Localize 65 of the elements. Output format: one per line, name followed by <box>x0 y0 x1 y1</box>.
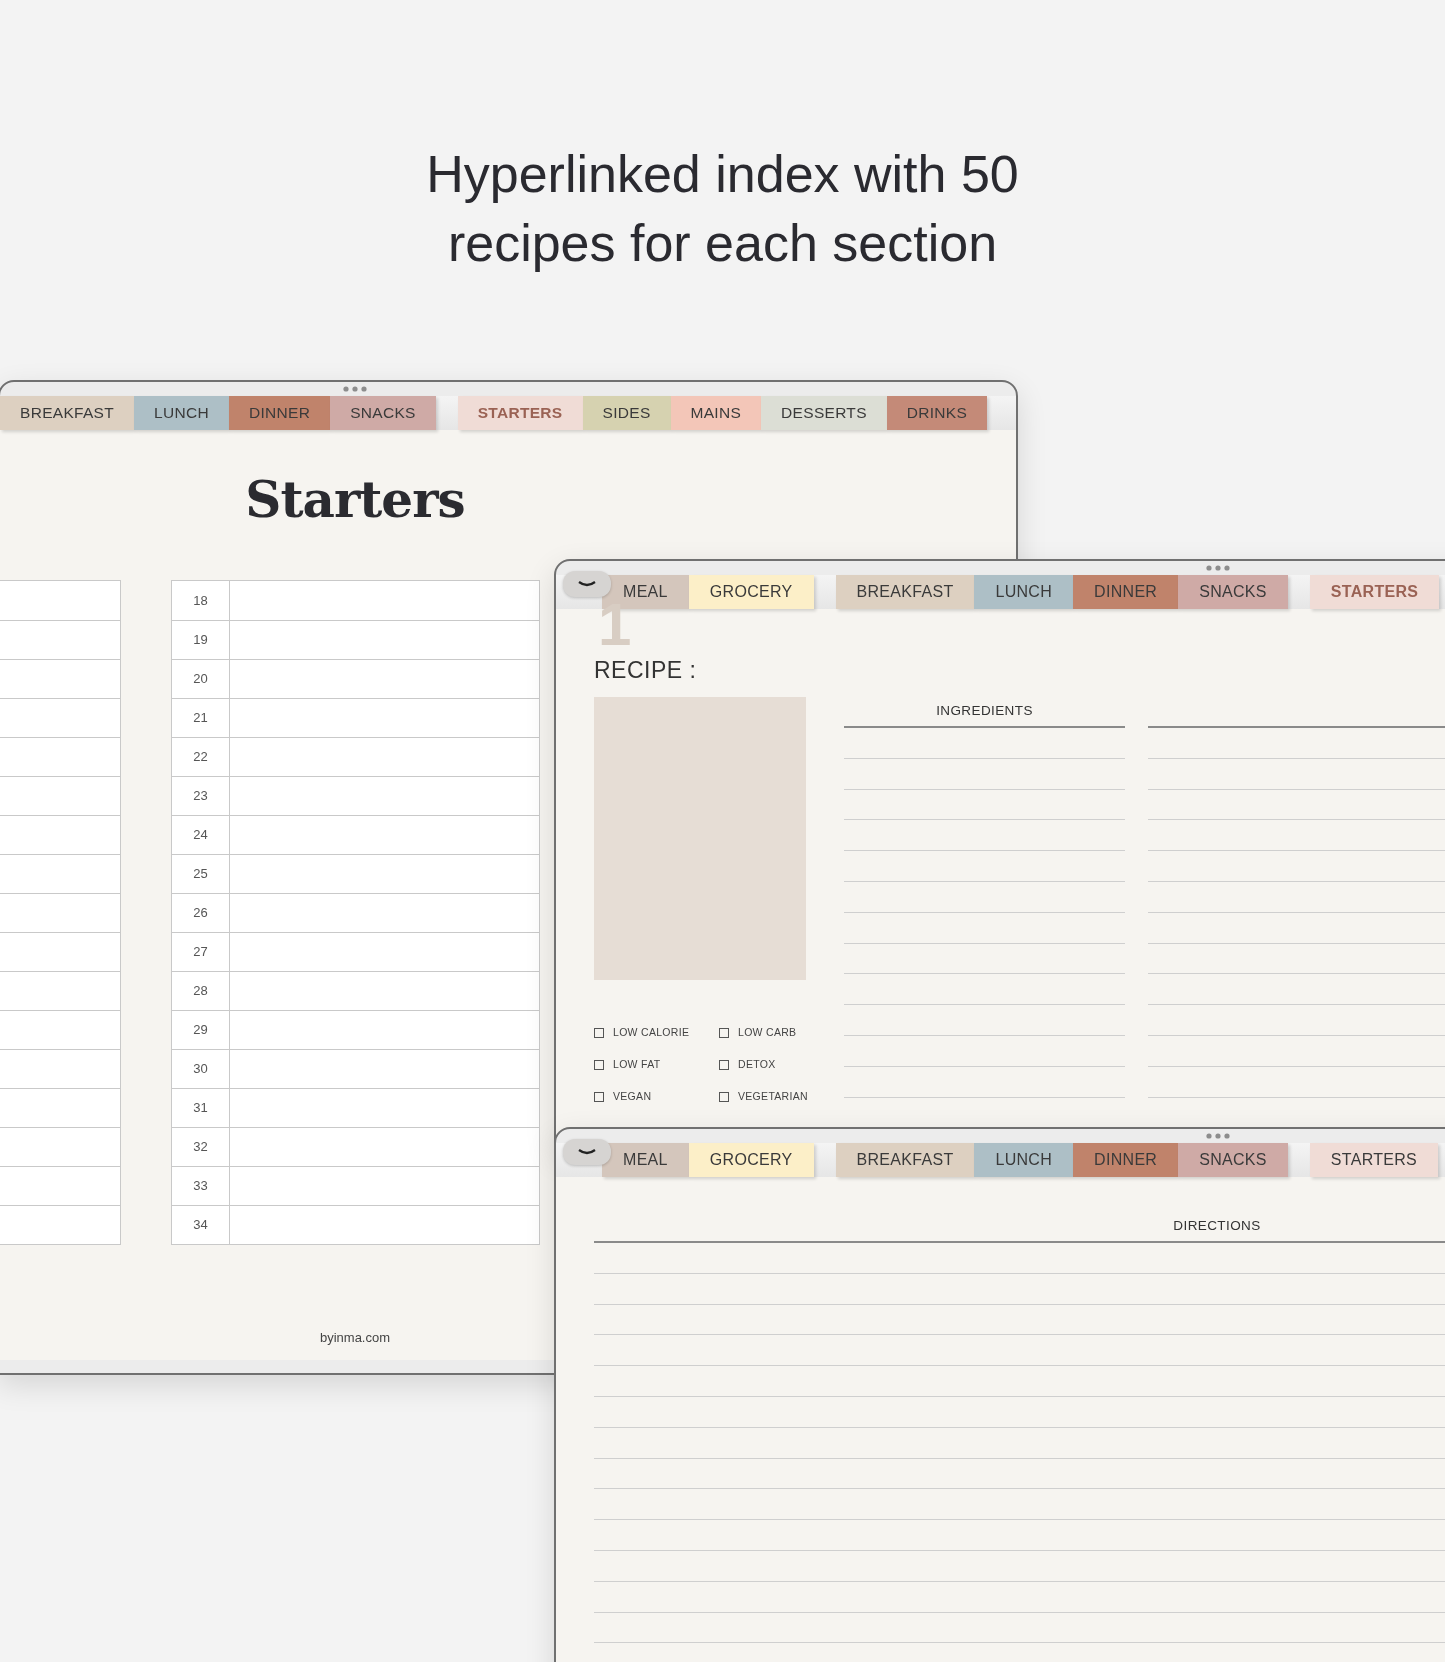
row-number: 30 <box>172 1050 230 1088</box>
option-label: VEGAN <box>613 1089 652 1105</box>
section-tab[interactable]: MEAL <box>602 575 689 609</box>
column-heading: DIRECTIONS <box>594 1212 1445 1243</box>
row-number: 26 <box>172 894 230 932</box>
checkbox[interactable] <box>594 1060 604 1070</box>
row-number: 25 <box>172 855 230 893</box>
option-label: VEGETARIAN <box>738 1089 808 1105</box>
section-tab[interactable]: MEAL <box>602 1143 689 1177</box>
chevron-down-icon <box>577 1148 597 1156</box>
row-number: 32 <box>172 1128 230 1166</box>
section-tab[interactable]: DRINKS <box>886 396 988 430</box>
option-label: LOW CARB <box>738 1025 797 1041</box>
more-dots-icon[interactable] <box>343 386 367 392</box>
headline: Hyperlinked index with 50 recipes for each section <box>425 144 1020 274</box>
more-dots-icon[interactable] <box>1206 1133 1230 1139</box>
section-tab[interactable]: BREAKFAST <box>835 575 975 609</box>
row-number: 19 <box>172 621 230 659</box>
section-tab[interactable]: STARTERS <box>1309 575 1440 609</box>
collapse-handle[interactable] <box>563 571 611 597</box>
checkbox[interactable] <box>719 1092 729 1102</box>
section-tab[interactable]: SNACKS <box>1178 1143 1288 1177</box>
section-tab[interactable]: MAINS <box>670 396 762 430</box>
column-heading: INGREDIENTS <box>844 697 1125 728</box>
row-number: 34 <box>172 1206 230 1244</box>
footer-text[interactable]: byinma.com <box>319 1328 391 1348</box>
checkbox[interactable] <box>719 1028 729 1038</box>
checkbox[interactable] <box>594 1092 604 1102</box>
section-tab[interactable]: SNACKS <box>1178 575 1288 609</box>
page-title: Starters <box>244 470 466 530</box>
row-number: 29 <box>172 1011 230 1049</box>
section-tab[interactable]: LUNCH <box>134 396 229 430</box>
section-tab[interactable]: SNACKS <box>330 396 436 430</box>
row-number: 33 <box>172 1167 230 1205</box>
chevron-down-icon <box>577 580 597 588</box>
row-number: 23 <box>172 777 230 815</box>
section-tab[interactable]: GROCERY <box>688 575 814 609</box>
row-number: 21 <box>172 699 230 737</box>
row-number: 20 <box>172 660 230 698</box>
section-tab[interactable]: LUNCH <box>974 1143 1074 1177</box>
row-number: 24 <box>172 816 230 854</box>
section-tab[interactable]: DINNER <box>228 396 331 430</box>
section-tab[interactable]: LUNCH <box>974 575 1074 609</box>
more-dots-icon[interactable] <box>1206 565 1230 571</box>
section-tab[interactable]: STARTERS <box>1309 1143 1439 1177</box>
option-label: LOW FAT <box>613 1057 661 1073</box>
row-number: 18 <box>172 581 230 620</box>
row-number: 28 <box>172 972 230 1010</box>
section-tab[interactable]: GROCERY <box>688 1143 814 1177</box>
section-tab[interactable]: SIDES <box>582 396 671 430</box>
collapse-handle[interactable] <box>563 1139 611 1165</box>
checkbox[interactable] <box>719 1060 729 1070</box>
row-number: 27 <box>172 933 230 971</box>
recipe-label: RECIPE : <box>594 656 698 685</box>
row-number: 22 <box>172 738 230 776</box>
section-tab[interactable]: BREAKFAST <box>835 1143 975 1177</box>
section-tab[interactable]: DINNER <box>1073 1143 1179 1177</box>
checkbox[interactable] <box>594 1028 604 1038</box>
section-tab[interactable]: BREAKFAST <box>0 396 134 430</box>
section-tab[interactable]: DESSERTS <box>761 396 887 430</box>
option-label: LOW CALORIE <box>613 1025 690 1041</box>
section-tab[interactable]: STARTERS <box>457 396 583 430</box>
option-label: DETOX <box>738 1057 776 1073</box>
row-number: 31 <box>172 1089 230 1127</box>
section-tab[interactable]: DINNER <box>1073 575 1179 609</box>
